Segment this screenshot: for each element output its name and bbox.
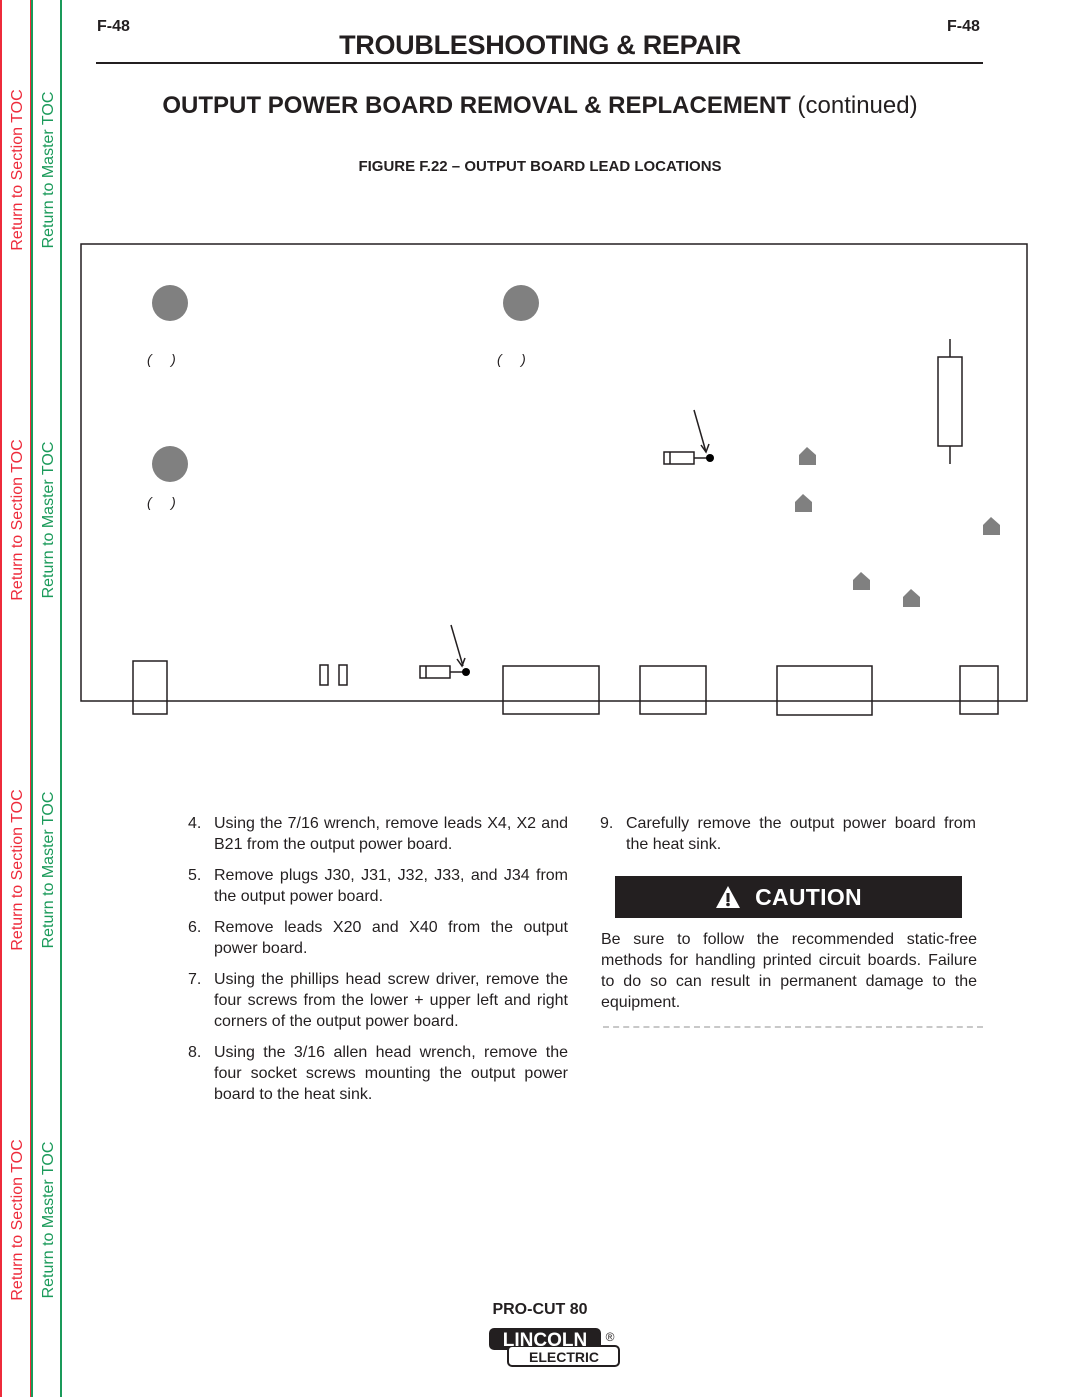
pointer-arrow bbox=[693, 409, 707, 453]
dashed-divider bbox=[603, 1026, 983, 1028]
logo-lincoln-text: LINCOLN bbox=[503, 1330, 587, 1351]
step-number: 6. bbox=[188, 919, 202, 936]
step-number: 5. bbox=[188, 867, 202, 884]
step-text: Remove leads X20 and X40 from the output… bbox=[214, 919, 568, 957]
step-text: Remove plugs J30, J31, J32, J33, and J34… bbox=[214, 867, 568, 905]
caution-text: Be sure to follow the recommended static… bbox=[601, 931, 977, 1011]
step-number: 8. bbox=[188, 1044, 202, 1061]
step-text: Using the 7/16 wrench, remove leads X4, … bbox=[214, 815, 568, 853]
small-pad bbox=[338, 664, 348, 686]
resistor-component bbox=[937, 339, 963, 464]
step-item: 5. Remove plugs J30, J31, J32, J33, and J… bbox=[188, 865, 568, 907]
step-item: 7. Using the phillips head screw driver, … bbox=[188, 969, 568, 1032]
toc-link-label: Return to Section TOC bbox=[8, 1139, 26, 1301]
step-text: Using the phillips head screw driver, re… bbox=[214, 971, 568, 1030]
lead-label-bracket: ( ) bbox=[147, 494, 176, 510]
lead-label-bracket: ( ) bbox=[147, 351, 176, 367]
step-number: 4. bbox=[188, 815, 202, 832]
toc-link-label: Return to Master TOC bbox=[39, 1141, 57, 1299]
mounting-hole-middle-left bbox=[152, 446, 188, 482]
return-to-section-toc-link[interactable]: Return to Section TOC bbox=[2, 740, 33, 1000]
terminal-marker bbox=[799, 447, 816, 465]
terminal-marker bbox=[983, 517, 1000, 535]
caution-banner: CAUTION bbox=[615, 876, 962, 918]
plug-connector bbox=[502, 665, 600, 715]
logo-electric-text: ELECTRIC bbox=[529, 1349, 599, 1365]
lead-label-bracket: ( ) bbox=[497, 351, 526, 367]
caution-label: CAUTION bbox=[755, 883, 862, 910]
small-pad bbox=[319, 664, 329, 686]
plug-connector bbox=[959, 665, 999, 715]
step-number: 7. bbox=[188, 971, 202, 988]
steps-left-column: 4. Using the 7/16 wrench, remove leads X4… bbox=[188, 813, 568, 1115]
model-name: PRO-CUT 80 bbox=[492, 1301, 588, 1318]
toc-link-label: Return to Master TOC bbox=[39, 791, 57, 949]
step-item: 8. Using the 3/16 allen head wrench, remo… bbox=[188, 1042, 568, 1105]
step-text: Carefully remove the output power board … bbox=[626, 815, 976, 853]
step-number: 9. bbox=[600, 815, 614, 832]
terminal-marker bbox=[795, 494, 812, 512]
terminal-marker bbox=[853, 572, 870, 590]
return-to-master-toc-link[interactable]: Return to Master TOC bbox=[33, 740, 64, 1000]
mounting-hole-top-middle bbox=[503, 285, 539, 321]
steps-right-column: 9. Carefully remove the output power boar… bbox=[600, 813, 976, 865]
step-item: 4. Using the 7/16 wrench, remove leads X4… bbox=[188, 813, 568, 855]
terminal-marker bbox=[903, 589, 920, 607]
board-outline bbox=[80, 243, 1028, 702]
lead-connector-lower bbox=[419, 624, 466, 679]
plug-connector bbox=[132, 660, 168, 715]
lead-terminal-dot bbox=[706, 454, 714, 462]
step-text: Using the 3/16 allen head wrench, remove… bbox=[214, 1044, 568, 1103]
step-item: 6. Remove leads X20 and X40 from the outp… bbox=[188, 917, 568, 959]
output-board-diagram: ( ) ( ) ( ) bbox=[80, 243, 1028, 716]
registered-mark: ® bbox=[606, 1330, 615, 1344]
lead-terminal-dot bbox=[462, 668, 470, 676]
lead-connector-upper bbox=[663, 409, 710, 465]
toc-link-label: Return to Section TOC bbox=[8, 789, 26, 951]
lincoln-electric-logo: LINCOLN ELECTRIC ® bbox=[489, 1328, 620, 1367]
mounting-hole-top-left bbox=[152, 285, 188, 321]
plug-connector bbox=[776, 665, 873, 716]
warning-triangle-icon bbox=[716, 886, 741, 908]
plug-connector bbox=[639, 665, 707, 715]
step-item: 9. Carefully remove the output power boar… bbox=[600, 813, 976, 855]
